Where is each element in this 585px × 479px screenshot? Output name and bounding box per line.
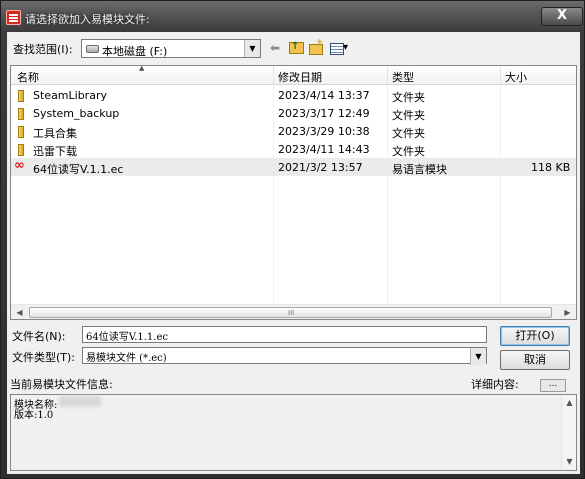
file-size: 118 KB [531, 161, 571, 174]
folder-icon [18, 126, 24, 138]
filename-label: 文件名(N): [12, 330, 66, 343]
file-name: System_backup [33, 107, 120, 120]
file-row[interactable]: System_backup 2023/3/17 12:49 文件夹 [11, 104, 576, 122]
dialog-title: 请选择欲加入易模块文件: [25, 13, 150, 26]
file-row[interactable]: SteamLibrary 2023/4/14 13:37 文件夹 [11, 86, 576, 104]
title-bar[interactable]: 请选择欲加入易模块文件: X [1, 1, 585, 31]
filetype-dropdown[interactable]: 易模块文件 (*.ec) ▼ [82, 347, 487, 365]
scroll-down-icon[interactable]: ▼ [562, 454, 577, 469]
detail-label: 详细内容: [471, 378, 519, 391]
chevron-down-icon[interactable]: ▼ [244, 40, 260, 57]
file-name: 64位读写V.1.1.ec [33, 163, 124, 176]
file-modified: 2023/4/11 14:43 [278, 143, 370, 156]
file-name: SteamLibrary [33, 89, 107, 102]
folder-icon [18, 90, 24, 102]
file-modified: 2021/3/2 13:57 [278, 161, 363, 174]
file-modified: 2023/3/29 10:38 [278, 125, 370, 138]
scroll-grip: III [288, 309, 295, 317]
scroll-left-icon[interactable]: ◀ [12, 305, 27, 320]
scroll-right-icon[interactable]: ▶ [560, 305, 575, 320]
lookin-dropdown[interactable]: 本地磁盘 (F:) ▼ [81, 39, 261, 58]
vertical-scrollbar[interactable]: ▲ ▼ [561, 395, 576, 470]
filetype-label: 文件类型(T): [12, 351, 76, 364]
chevron-down-icon[interactable]: ▼ [470, 348, 486, 365]
file-type: 文件夹 [392, 109, 425, 122]
column-header-size[interactable]: 大小 [505, 69, 527, 85]
list-header: 名称 ▲ 修改日期 类型 大小 [11, 64, 576, 85]
lookin-value: 本地磁盘 (F:) [102, 45, 168, 58]
drive-icon [86, 45, 99, 53]
scroll-thumb[interactable]: III [29, 307, 552, 318]
redacted-module-name [59, 396, 101, 407]
back-arrow-icon[interactable]: ⬅ [268, 39, 282, 57]
open-button[interactable]: 打开(O) [500, 326, 570, 346]
close-button[interactable]: X [541, 7, 583, 26]
scroll-up-icon[interactable]: ▲ [562, 395, 577, 410]
column-divider[interactable] [500, 66, 501, 85]
filename-input[interactable]: 64位读写V.1.1.ec [82, 326, 487, 343]
file-row-selected[interactable]: 64位读写V.1.1.ec 2021/3/2 13:57 易语言模块 118 K… [11, 158, 576, 176]
file-modified: 2023/3/17 12:49 [278, 107, 370, 120]
dialog-window: 请选择欲加入易模块文件: X 查找范围(I): 本地磁盘 (F:) ▼ ⬅ 名称… [0, 0, 585, 479]
file-type: 文件夹 [392, 91, 425, 104]
file-type: 文件夹 [392, 145, 425, 158]
file-row[interactable]: 迅雷下载 2023/4/11 14:43 文件夹 [11, 140, 576, 158]
horizontal-scrollbar[interactable]: ◀ III ▶ [11, 304, 576, 319]
file-type: 易语言模块 [392, 163, 447, 176]
column-header-name[interactable]: 名称 [17, 69, 39, 85]
dialog-body: 查找范围(I): 本地磁盘 (F:) ▼ ⬅ 名称 ▲ 修改日期 类型 大小 [7, 32, 580, 474]
column-header-type[interactable]: 类型 [392, 69, 414, 85]
folder-icon [18, 108, 24, 120]
view-menu-icon[interactable] [329, 39, 353, 57]
detail-button[interactable]: ... [540, 379, 566, 392]
column-divider[interactable] [387, 66, 388, 85]
file-modified: 2023/4/14 13:37 [278, 89, 370, 102]
up-folder-icon[interactable] [288, 38, 304, 57]
module-version: 版本:1.0 [14, 410, 54, 421]
file-list[interactable]: 名称 ▲ 修改日期 类型 大小 SteamLibrary 2023/4/14 1… [10, 64, 577, 320]
module-info-box[interactable]: 模块名称: 版本:1.0 ▲ ▼ [10, 394, 577, 471]
ec-module-icon [14, 158, 28, 173]
column-header-modified[interactable]: 修改日期 [278, 69, 322, 85]
folder-icon [18, 144, 24, 156]
lookin-label: 查找范围(I): [13, 43, 73, 56]
new-folder-icon[interactable] [308, 34, 324, 57]
app-logo-icon [6, 10, 21, 25]
column-divider[interactable] [273, 66, 274, 85]
file-type: 文件夹 [392, 127, 425, 140]
sort-ascending-icon: ▲ [139, 64, 145, 72]
info-label: 当前易模块文件信息: [10, 378, 113, 391]
filetype-value: 易模块文件 (*.ec) [86, 353, 167, 364]
file-name: 工具合集 [33, 127, 77, 140]
cancel-button[interactable]: 取消 [500, 350, 570, 370]
file-row[interactable]: 工具合集 2023/3/29 10:38 文件夹 [11, 122, 576, 140]
file-name: 迅雷下载 [33, 145, 77, 158]
